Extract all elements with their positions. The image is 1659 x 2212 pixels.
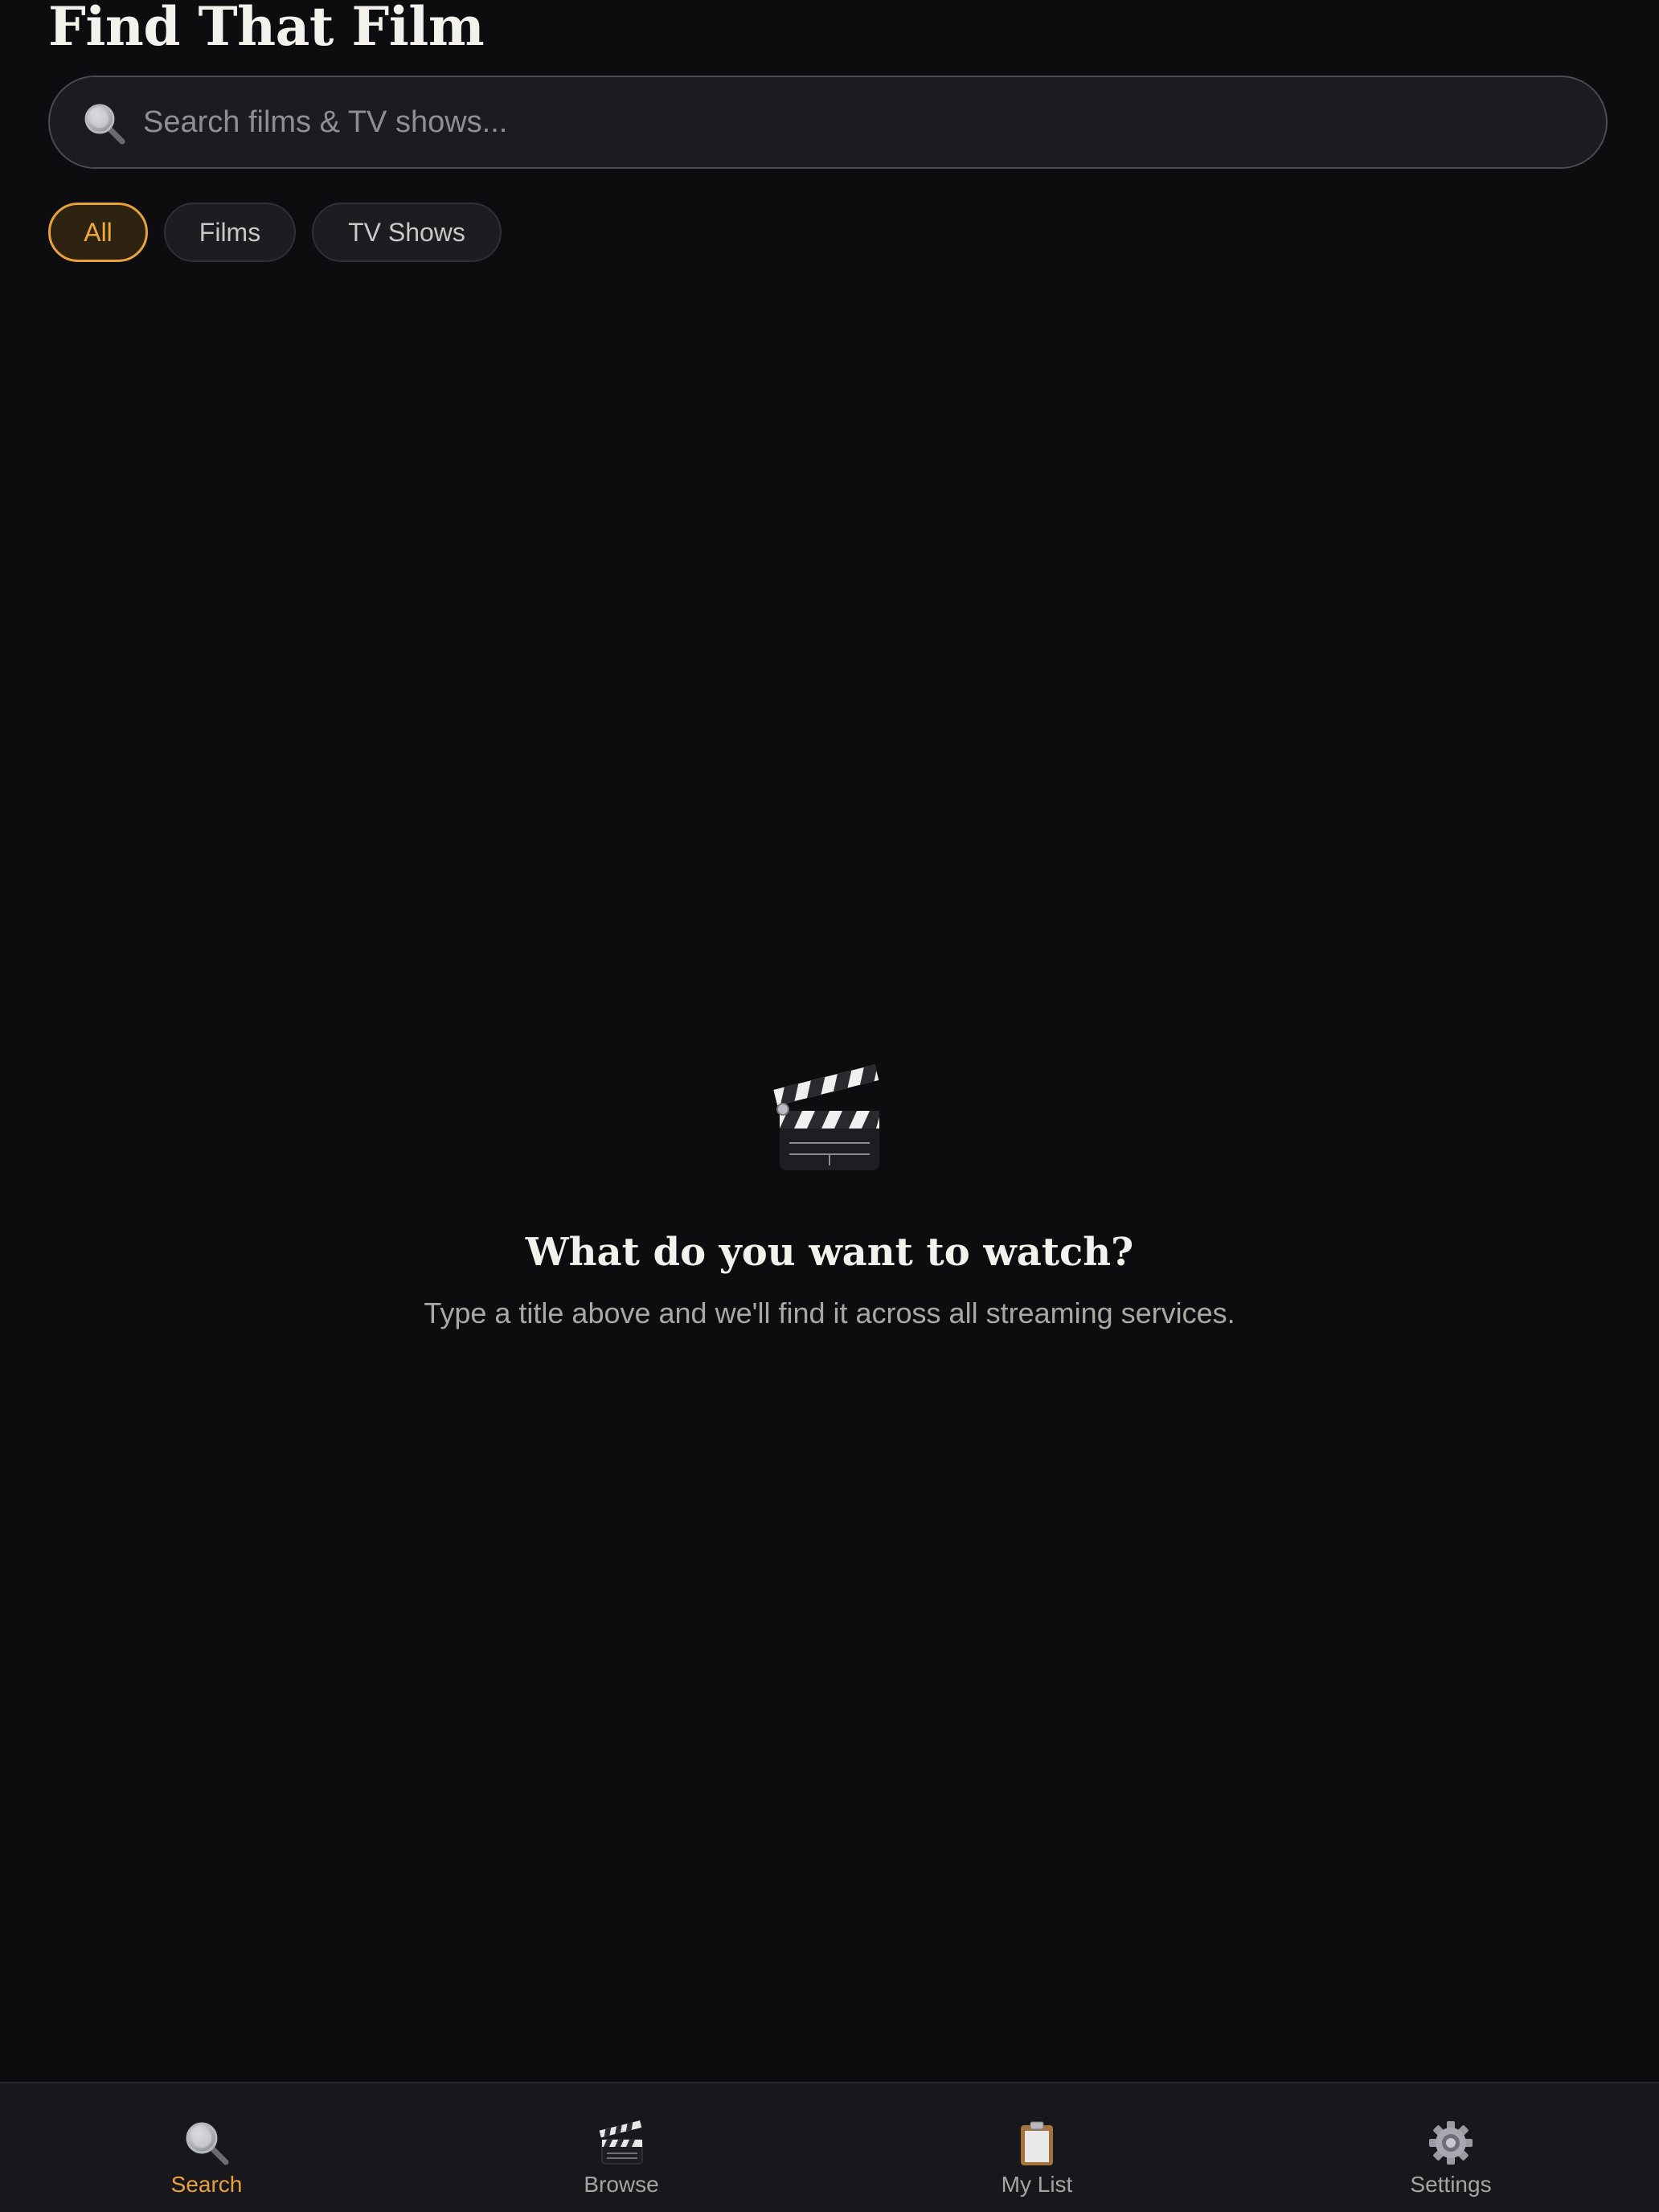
empty-state-title: What do you want to watch? — [525, 1230, 1134, 1275]
empty-state-subtitle: Type a title above and we'll find it acr… — [424, 1296, 1235, 1329]
search-bar[interactable] — [48, 76, 1608, 169]
tab-settings[interactable]: Settings — [1346, 2083, 1555, 2212]
tab-label: Settings — [1410, 2172, 1492, 2197]
clapperboard-icon — [599, 2120, 643, 2165]
filter-chip-all[interactable]: All — [48, 203, 148, 262]
search-input[interactable] — [143, 77, 1574, 167]
filter-chip-films[interactable]: Films — [164, 203, 296, 262]
filter-chip-tv-shows[interactable]: TV Shows — [312, 203, 502, 262]
gear-icon — [1429, 2121, 1473, 2165]
tab-my-list[interactable]: My List — [932, 2083, 1141, 2212]
tab-label: Search — [170, 2172, 243, 2197]
bottom-tab-bar: Search Browse My List Settings — [0, 2082, 1659, 2212]
tab-label: Browse — [584, 2172, 659, 2197]
app-title: Find That Film — [48, 0, 485, 58]
search-icon — [84, 104, 125, 145]
tab-label: My List — [1001, 2172, 1073, 2197]
tab-browse[interactable]: Browse — [517, 2083, 726, 2212]
tab-search[interactable]: Search — [102, 2083, 311, 2212]
clapperboard-icon — [773, 1064, 879, 1170]
clipboard-icon — [1021, 2121, 1053, 2165]
search-icon — [186, 2122, 229, 2165]
